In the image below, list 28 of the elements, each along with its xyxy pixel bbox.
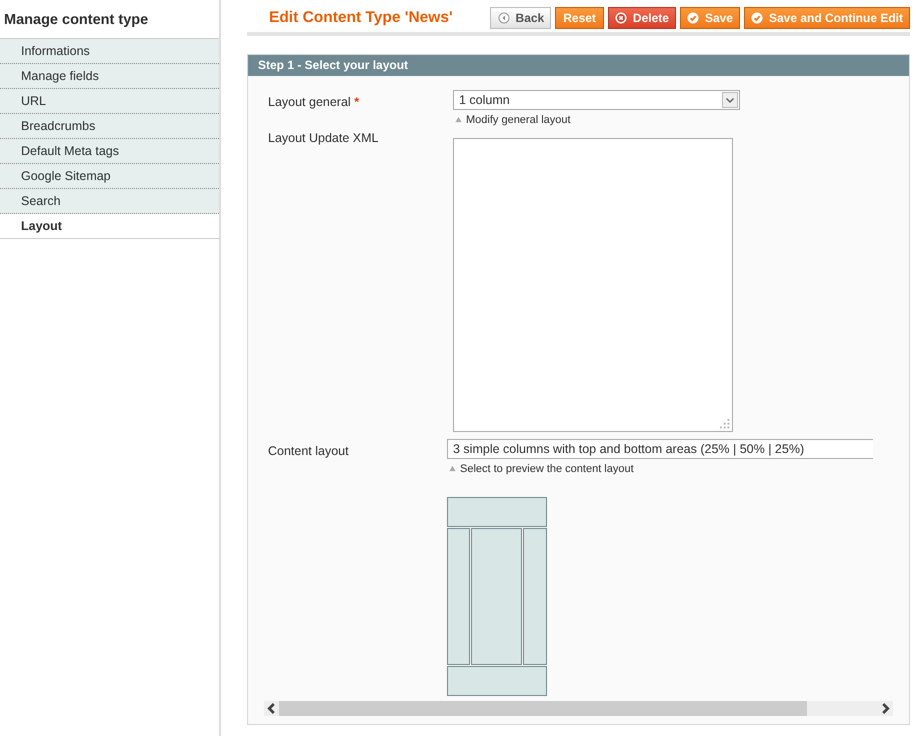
check-icon: [686, 12, 699, 24]
required-mark: *: [354, 95, 360, 109]
resize-grip-icon: [720, 419, 730, 429]
sidebar-item[interactable]: Manage fields: [0, 64, 219, 89]
sidebar-item[interactable]: Google Sitemap: [0, 164, 219, 189]
field-hint: Select to preview the content layout: [460, 462, 634, 474]
check-icon: [750, 12, 763, 24]
dropdown-icon: [722, 92, 738, 108]
delete-icon: [614, 12, 627, 24]
horizontal-scrollbar[interactable]: [264, 701, 893, 716]
sidebar-item[interactable]: Search: [0, 189, 219, 214]
sidebar-item[interactable]: Informations: [0, 39, 219, 64]
field-label: Content layout: [268, 444, 349, 458]
hint-arrow-icon: [455, 116, 462, 123]
hint-arrow-icon: [449, 465, 456, 472]
action-button[interactable]: Delete: [608, 6, 676, 28]
layout-select[interactable]: 1 column: [453, 90, 740, 110]
field-hint: Modify general layout: [466, 114, 571, 126]
action-button[interactable]: Back: [490, 6, 552, 28]
sidebar-item[interactable]: URL: [0, 89, 219, 114]
field-label: Layout Update XML: [268, 131, 378, 145]
field-label: Layout general: [268, 95, 351, 109]
page-title: Edit Content Type 'News': [269, 9, 453, 27]
section-header: Step 1 - Select your layout: [248, 55, 909, 76]
sidebar-item[interactable]: Breadcrumbs: [0, 114, 219, 139]
sidebar-item[interactable]: Default Meta tags: [0, 139, 219, 164]
content-layout-select[interactable]: 3 simple columns with top and bottom areas (25% | 50% | 25%): [447, 439, 873, 459]
sidebar-title: Manage content type: [3, 11, 150, 30]
